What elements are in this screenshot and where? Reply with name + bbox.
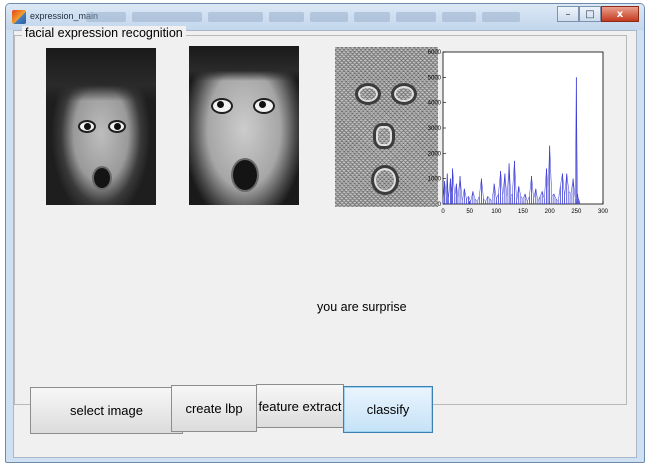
histogram-svg: 0 1000 2000 3000 4000 5000 6000 0 50 100 150 200 250… <box>428 50 609 215</box>
x-tick-label: 150 <box>518 209 529 215</box>
window-caption-buttons: – □ x <box>557 6 639 22</box>
y-tick-label: 4000 <box>428 101 442 107</box>
x-tick-label: 100 <box>491 209 502 215</box>
title-bar-background-strip <box>86 8 566 26</box>
x-tick-label: 50 <box>466 209 473 215</box>
create-lbp-button[interactable]: create lbp <box>171 385 257 432</box>
input-face-image <box>46 48 156 205</box>
y-tick-label: 3000 <box>428 126 442 132</box>
x-tick-label: 300 <box>598 209 609 215</box>
maximize-icon[interactable]: □ <box>579 6 601 22</box>
lbp-histogram-chart: 0 1000 2000 3000 4000 5000 6000 0 50 100 150 200 250… <box>428 44 616 224</box>
x-tick-label: 200 <box>545 209 556 215</box>
x-tick-label: 0 <box>441 209 445 215</box>
y-tick-label: 0 <box>438 202 442 208</box>
select-image-button[interactable]: select image <box>30 387 183 434</box>
y-tick-label: 5000 <box>428 75 442 81</box>
cropped-face-image <box>189 46 299 205</box>
matlab-app-icon <box>12 10 26 24</box>
app-window: expression_main – □ x facial expression … <box>5 3 645 463</box>
close-icon[interactable]: x <box>601 6 639 22</box>
plot-area <box>442 51 604 205</box>
y-tick-label: 2000 <box>428 151 442 157</box>
feature-extract-button[interactable]: feature extract <box>256 384 344 428</box>
lbp-image <box>335 47 438 207</box>
result-text: you are surprise <box>317 300 407 314</box>
classify-button[interactable]: classify <box>343 386 433 433</box>
y-tick-label: 1000 <box>428 177 442 183</box>
x-tick-label: 250 <box>571 209 582 215</box>
panel-title: facial expression recognition <box>22 26 186 40</box>
minimize-icon[interactable]: – <box>557 6 579 22</box>
y-tick-label: 6000 <box>428 50 442 56</box>
